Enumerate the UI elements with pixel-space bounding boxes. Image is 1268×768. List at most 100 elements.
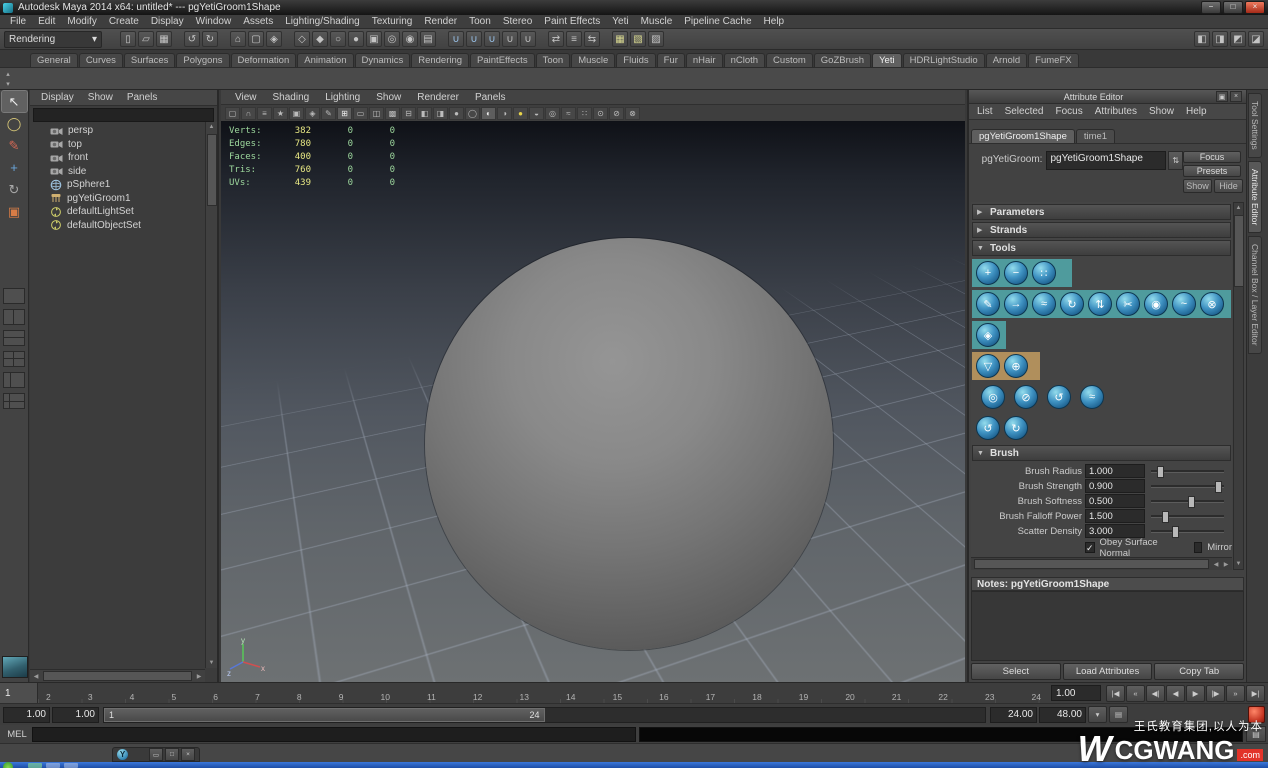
- menu-item[interactable]: Lighting/Shading: [279, 16, 366, 27]
- attribute-slider[interactable]: [1151, 480, 1224, 493]
- shelf-tab[interactable]: Yeti: [872, 53, 902, 67]
- two-panes-stacked-layout-button[interactable]: [3, 330, 25, 346]
- menu-item[interactable]: Create: [103, 16, 145, 27]
- attract-tool-icon[interactable]: ◎: [981, 385, 1005, 409]
- play-forward-button[interactable]: ▶: [1186, 684, 1205, 702]
- outliner-horizontal-scrollbar[interactable]: ◀ ▶: [30, 669, 205, 682]
- new-scene-icon[interactable]: ▯: [120, 31, 136, 47]
- render-current-frame-icon[interactable]: ▦: [612, 31, 628, 47]
- mask-dynamics-icon[interactable]: ◎: [384, 31, 400, 47]
- playback-end-field[interactable]: 24.00: [990, 706, 1037, 723]
- attribute-editor-footer-button[interactable]: Load Attributes: [1062, 663, 1153, 680]
- frame-numbers[interactable]: 2 3 4 5 6 7 8 9 10 11 12 13 14 15 16 17 18 19 20 21 22 23 24: [38, 683, 1049, 703]
- attribute-slider[interactable]: [1151, 510, 1224, 523]
- render-settings-icon[interactable]: ▨: [648, 31, 664, 47]
- wave-tool-icon[interactable]: ≈: [1032, 292, 1056, 316]
- attribute-value-field[interactable]: 0.500: [1085, 494, 1145, 508]
- presets-button[interactable]: Presets: [1183, 165, 1241, 177]
- notes-area[interactable]: [971, 591, 1244, 661]
- menu-item[interactable]: Yeti: [606, 16, 634, 27]
- safe-title-icon[interactable]: ◨: [433, 106, 448, 120]
- shelf-tab[interactable]: FumeFX: [1028, 53, 1079, 67]
- undo-icon[interactable]: ↺: [184, 31, 200, 47]
- attribute-slider[interactable]: [1151, 525, 1224, 538]
- attribute-editor-menu-item[interactable]: Selected: [999, 106, 1050, 117]
- menu-item[interactable]: Paint Effects: [538, 16, 606, 27]
- shelf-tab[interactable]: Muscle: [571, 53, 616, 67]
- three-panes-layout-button[interactable]: [3, 372, 25, 388]
- shelf-tab[interactable]: Deformation: [230, 53, 297, 67]
- slider-handle[interactable]: [1161, 511, 1169, 523]
- multisample-icon[interactable]: ∷: [577, 106, 592, 120]
- density-brush-tool-icon[interactable]: ∷: [1032, 261, 1056, 285]
- attribute-slider[interactable]: [1151, 465, 1224, 478]
- wireframe-icon[interactable]: ◯: [465, 106, 480, 120]
- menu-item[interactable]: Assets: [237, 16, 279, 27]
- grab-sphere-tool-icon[interactable]: ⊕: [1004, 354, 1028, 378]
- playback-start-field[interactable]: 1.00: [52, 706, 99, 723]
- outliner-item[interactable]: pSphere1: [30, 178, 217, 192]
- minimize-button[interactable]: −: [1201, 1, 1221, 14]
- field-chart-icon[interactable]: ⊟: [401, 106, 416, 120]
- shelf-tab[interactable]: General: [30, 53, 78, 67]
- two-panes-side-by-side-layout-button[interactable]: [3, 309, 25, 325]
- input-connections-icon[interactable]: ⇄: [548, 31, 564, 47]
- menu-item[interactable]: Muscle: [635, 16, 679, 27]
- section-strands[interactable]: ▶ Strands: [972, 222, 1231, 238]
- slider-handle[interactable]: [1187, 496, 1195, 508]
- mask-handles-icon[interactable]: ◇: [294, 31, 310, 47]
- fill-icon[interactable]: ●: [449, 106, 464, 120]
- taskbar-item[interactable]: [46, 763, 60, 768]
- shelf-tab[interactable]: Surfaces: [123, 53, 176, 67]
- save-scene-icon[interactable]: ▦: [156, 31, 172, 47]
- attribute-vertical-scrollbar[interactable]: ▲ ▼: [1233, 202, 1244, 570]
- restore-panel-icon[interactable]: ▭: [149, 748, 163, 761]
- redo-icon[interactable]: ↻: [202, 31, 218, 47]
- animation-start-field[interactable]: 1.00: [3, 706, 50, 723]
- shelf-tab[interactable]: HDRLightStudio: [902, 53, 985, 67]
- menu-item[interactable]: Pipeline Cache: [678, 16, 757, 27]
- use-all-lights-icon[interactable]: ●: [513, 106, 528, 120]
- section-parameters[interactable]: ▶ Parameters: [972, 204, 1231, 220]
- delete-strands-tool-icon[interactable]: −: [1004, 261, 1028, 285]
- screen-space-ao-icon[interactable]: ◎: [545, 106, 560, 120]
- show-channel-box-icon[interactable]: ◪: [1248, 31, 1264, 47]
- menu-set-dropdown[interactable]: Rendering ▾: [4, 30, 102, 48]
- command-input-field[interactable]: [32, 726, 636, 742]
- lock-camera-icon[interactable]: ∩: [241, 106, 256, 120]
- maximize-button[interactable]: □: [1223, 1, 1243, 14]
- outliner-item[interactable]: front: [30, 151, 217, 165]
- scroll-right-icon[interactable]: ▶: [194, 671, 204, 681]
- attribute-slider[interactable]: [1151, 495, 1224, 508]
- paint-select-tool[interactable]: ✎: [2, 135, 27, 156]
- safe-action-icon[interactable]: ◧: [417, 106, 432, 120]
- outliner-item[interactable]: defaultObjectSet: [30, 219, 217, 233]
- right-tab-channel-box[interactable]: Channel Box / Layer Editor: [1248, 235, 1262, 354]
- shelf-tab[interactable]: Fluids: [616, 53, 656, 67]
- bookmarks-icon[interactable]: ★: [273, 106, 288, 120]
- taskbar-item[interactable]: [28, 763, 42, 768]
- viewport-menu-item[interactable]: Lighting: [317, 92, 368, 103]
- add-strands-tool-icon[interactable]: +: [976, 261, 1000, 285]
- 2d-pan-zoom-icon[interactable]: ◈: [305, 106, 320, 120]
- image-plane-icon[interactable]: ▣: [289, 106, 304, 120]
- show-attribute-editor-icon[interactable]: ◨: [1212, 31, 1228, 47]
- minimized-panel-tab[interactable]: Y ▭ □ ×: [112, 747, 200, 762]
- move-tool[interactable]: +: [2, 157, 27, 178]
- attribute-editor-menu-item[interactable]: List: [971, 106, 999, 117]
- smooth-shade-icon[interactable]: ◐: [481, 106, 496, 120]
- menu-item[interactable]: Texturing: [366, 16, 419, 27]
- attribute-value-field[interactable]: 0.900: [1085, 479, 1145, 493]
- shelf-tab[interactable]: Custom: [766, 53, 813, 67]
- attribute-editor-footer-button[interactable]: Copy Tab: [1154, 663, 1245, 680]
- section-tools[interactable]: ▼ Tools: [972, 240, 1231, 256]
- node-name-field[interactable]: pgYetiGroom1Shape: [1046, 151, 1167, 170]
- scrollbar-thumb[interactable]: [206, 134, 217, 206]
- textured-icon[interactable]: ◑: [497, 106, 512, 120]
- menu-item[interactable]: Render: [418, 16, 463, 27]
- obey-surface-normal-checkbox[interactable]: ✓: [1085, 542, 1095, 553]
- xray-icon[interactable]: ⊗: [625, 106, 640, 120]
- outliner-menu-item[interactable]: Panels: [120, 92, 165, 103]
- scroll-right-icon[interactable]: ▶: [1221, 559, 1231, 569]
- slider-handle[interactable]: [1172, 526, 1180, 538]
